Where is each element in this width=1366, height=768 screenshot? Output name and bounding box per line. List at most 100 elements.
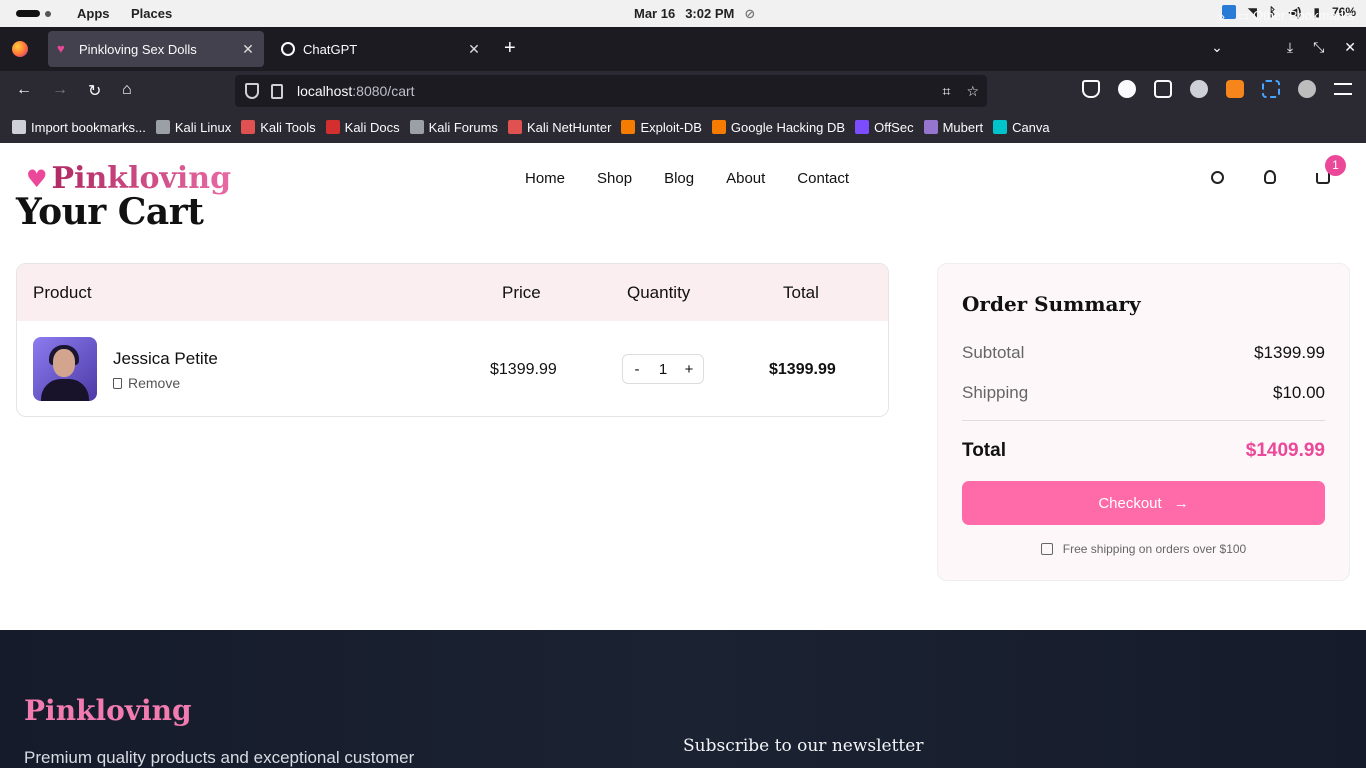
increase-qty-button[interactable]: + — [683, 361, 695, 378]
newsletter-heading: Subscribe to our newsletter — [683, 736, 924, 756]
reload-icon[interactable]: ↻ — [88, 81, 101, 101]
thumb-face — [53, 349, 75, 377]
pocket-icon[interactable] — [1082, 80, 1100, 98]
firefox-icon[interactable] — [12, 41, 28, 57]
list-tabs-chevron-icon[interactable]: ⌄ — [1211, 39, 1223, 56]
remove-button[interactable]: Remove — [113, 375, 180, 391]
extensions-toolbar — [1082, 80, 1352, 98]
kali-dragon-icon — [155, 120, 170, 134]
item-price: $1399.99 — [490, 361, 557, 378]
nav-home[interactable]: Home — [525, 170, 565, 187]
chatgpt-favicon-icon — [281, 42, 295, 56]
cart-icon[interactable] — [1316, 173, 1330, 184]
bookmark-label: Kali Forums — [428, 119, 498, 135]
hamburger-menu-icon[interactable] — [1334, 83, 1352, 95]
places-menu[interactable]: Places — [131, 6, 172, 21]
workspace-dot[interactable] — [45, 11, 51, 17]
header-total: Total — [783, 283, 819, 302]
bookmark-item[interactable]: Kali NetHunter — [507, 119, 612, 135]
bookmark-item[interactable]: Google Hacking DB — [711, 120, 845, 135]
cookie-extension-icon[interactable] — [1190, 80, 1208, 98]
screenshot-extension-icon[interactable] — [1262, 80, 1280, 98]
nav-about[interactable]: About — [726, 170, 765, 187]
search-icon[interactable] — [1211, 170, 1224, 184]
close-tab-icon[interactable]: ✕ — [238, 41, 258, 58]
kali-forums-icon — [409, 120, 424, 134]
bookmark-item[interactable]: Kali Linux — [155, 119, 232, 135]
other-bookmarks[interactable]: ▭ Other Bookmarks — [1237, 8, 1354, 24]
nethunter-icon — [507, 120, 522, 134]
bookmark-label: Kali NetHunter — [526, 119, 612, 135]
bookmark-item[interactable]: Import bookmarks... — [12, 120, 146, 135]
clock[interactable]: Mar 16 3:02 PM ⊘ — [634, 6, 755, 22]
close-tab-icon[interactable]: ✕ — [464, 41, 484, 58]
folder-icon: ▭ — [1236, 8, 1250, 23]
minimize-icon[interactable]: ⤓ — [1287, 39, 1293, 56]
website: ♥ Pinkloving Home Shop Blog About Contac… — [0, 143, 1366, 768]
bookmark-item[interactable]: OffSec — [855, 120, 914, 135]
bookmark-label: Canva — [1012, 119, 1050, 135]
thumb-body — [41, 379, 89, 401]
footer-brand: Pinkloving — [24, 694, 192, 727]
close-window-icon[interactable]: ✕ — [1344, 39, 1356, 56]
total-line: Total $1409.99 — [962, 440, 1325, 462]
bookmark-item[interactable]: Kali Tools — [241, 120, 316, 135]
new-tab-button[interactable]: + — [504, 37, 516, 60]
account-icon[interactable] — [1264, 170, 1276, 184]
shipping-label: Shipping — [962, 383, 1029, 402]
window-controls: ⌄ ⤓ ⤡ ✕ — [1211, 39, 1356, 56]
browser-nav-toolbar: ← → ↻ ⌂ localhost:8080/cart ⌗ ☆ — [0, 71, 1366, 111]
checkout-label: Checkout — [1098, 494, 1162, 512]
arrow-right-icon: → — [1173, 494, 1189, 512]
canva-icon — [993, 120, 1008, 134]
bookmark-item[interactable]: Exploit-DB — [621, 119, 702, 135]
bookmark-label: Mubert — [942, 119, 984, 135]
free-shipping-text: Free shipping on orders over $100 — [1062, 542, 1247, 556]
nav-contact[interactable]: Contact — [797, 170, 849, 187]
bookmark-item[interactable]: Mubert — [923, 119, 984, 135]
extensions-puzzle-icon[interactable] — [1154, 80, 1172, 98]
forward-icon[interactable]: → — [52, 81, 68, 99]
back-icon[interactable]: ← — [16, 81, 32, 99]
translate-icon[interactable]: ⌗ — [943, 83, 951, 100]
cart-item-row: Jessica Petite Remove $1399.99 - 1 + $13… — [17, 321, 888, 416]
account-extension-icon[interactable] — [1298, 80, 1316, 98]
cart-table: Product Price Quantity Total Jessica Pet… — [16, 263, 889, 417]
bookmark-label: Kali Linux — [174, 119, 232, 135]
bookmark-item[interactable]: Canva — [993, 120, 1050, 135]
home-icon[interactable]: ⌂ — [122, 81, 132, 99]
metamask-fox-icon[interactable] — [1226, 80, 1244, 98]
bookmark-label: Exploit-DB — [640, 119, 702, 135]
bookmark-label: Import bookmarks... — [31, 119, 146, 135]
heart-favicon-icon: ♥ — [57, 41, 65, 56]
restore-icon[interactable]: ⤡ — [1313, 39, 1324, 56]
bookmarks-overflow-chevron-icon[interactable]: » — [1218, 9, 1225, 24]
remove-label: Remove — [128, 375, 181, 391]
shopping-bag-icon — [1040, 543, 1053, 555]
tab-chatgpt[interactable]: ChatGPT ✕ — [272, 31, 490, 67]
bookmark-item[interactable]: Kali Docs — [325, 119, 400, 135]
url-bar[interactable]: localhost:8080/cart ⌗ ☆ — [235, 75, 987, 107]
decrease-qty-button[interactable]: - — [631, 361, 643, 378]
apps-menu[interactable]: Apps — [77, 6, 110, 21]
bookmark-label: Kali Docs — [344, 119, 400, 135]
tracking-shield-icon[interactable] — [245, 83, 259, 99]
footer-tagline: Premium quality products and exceptional… — [24, 748, 415, 767]
subtotal-label: Subtotal — [962, 343, 1025, 362]
product-thumbnail[interactable] — [33, 337, 97, 401]
grammar-extension-icon[interactable] — [1118, 80, 1136, 98]
ghdb-icon — [711, 120, 726, 134]
bookmarks-toolbar: Import bookmarks... Kali Linux Kali Tools K… — [0, 111, 1366, 143]
url-text[interactable]: localhost:8080/cart — [297, 83, 415, 99]
page-info-icon[interactable] — [271, 83, 283, 99]
activities-indicator[interactable] — [16, 10, 40, 17]
nav-blog[interactable]: Blog — [664, 170, 694, 187]
nav-shop[interactable]: Shop — [597, 170, 632, 187]
bookmark-item[interactable]: Kali Forums — [409, 119, 498, 135]
product-name[interactable]: Jessica Petite — [113, 349, 218, 369]
checkout-button[interactable]: Checkout → — [962, 481, 1325, 525]
tab-pinkloving[interactable]: ♥ Pinkloving Sex Dolls ✕ — [48, 31, 264, 67]
subtotal-line: Subtotal $1399.99 — [962, 343, 1325, 363]
total-value: $1409.99 — [1245, 440, 1325, 461]
bookmark-star-icon[interactable]: ☆ — [966, 83, 979, 100]
